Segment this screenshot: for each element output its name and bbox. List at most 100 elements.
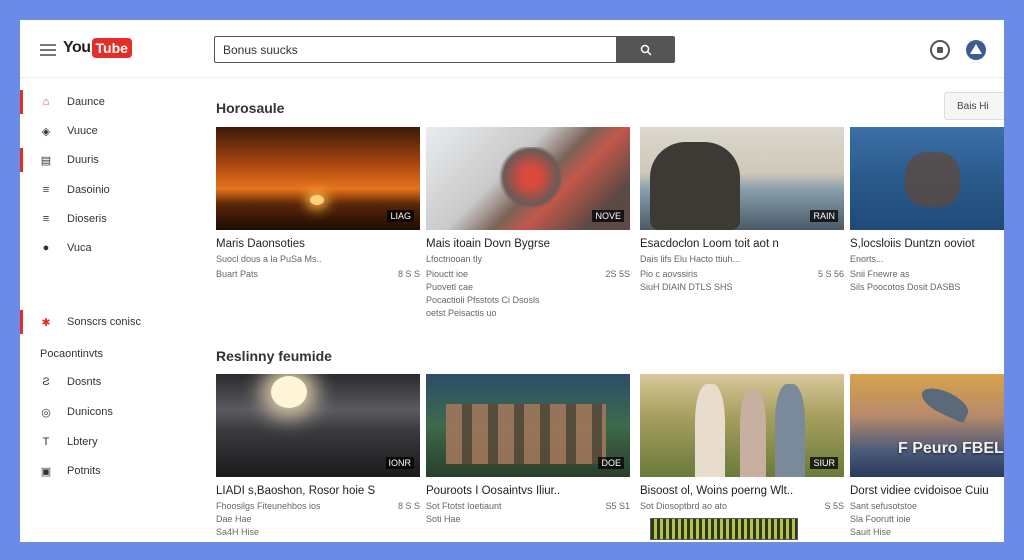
video-meta: Sant sefusotstoe — [850, 500, 1004, 513]
duration-badge: DOE — [598, 457, 624, 469]
video-thumbnail[interactable]: IONR — [216, 374, 420, 477]
channel-name[interactable]: Lfoctnooan tly — [426, 253, 482, 266]
video-card[interactable]: RAIN Esacdoclon Loom toit aot n Dais lif… — [640, 127, 844, 294]
video-card[interactable]: LIAG Maris Daonsoties Suocl dous a la Pu… — [216, 127, 420, 281]
active-indicator — [20, 148, 23, 172]
sidebar-item-home[interactable]: ⌂ Daunce — [20, 90, 190, 114]
video-title[interactable]: Esacdoclon Loom toit aot n — [640, 237, 844, 251]
library-icon: ≡ — [42, 184, 50, 196]
sidebar-item-label: Dasoinio — [67, 184, 110, 196]
sidebar: ⌂ Daunce ◈ Vuuce ▤ Duuris ≡ Dasoinio ≡ D… — [20, 78, 200, 542]
history-icon: ≡ — [42, 213, 50, 225]
video-meta: Piouctt ioe 2S 5S — [426, 268, 630, 281]
video-age: 5 S 56 — [817, 269, 844, 279]
gaming-icon: ◎ — [41, 406, 51, 419]
channel-name[interactable]: Sot Ftotst Ioetiaunt — [426, 500, 502, 513]
sort-button[interactable]: Bais Hi — [944, 92, 1004, 120]
sidebar-item-label: Dosnts — [67, 376, 102, 388]
view-count: Buart Pats — [216, 269, 259, 279]
video-card[interactable]: SIUR Bisoost ol, Woins poerng Wlt.. Sot … — [640, 374, 844, 513]
video-age: 8 S S — [397, 501, 420, 511]
sidebar-item-starred[interactable]: ✱ Sonscrs conisc — [20, 310, 190, 334]
sidebar-item-label: Dunicons — [67, 406, 113, 418]
sidebar-item-news[interactable]: T Lbtery — [20, 430, 190, 454]
sidebar-section-heading: Pocaontinvts — [40, 348, 103, 360]
video-thumbnail[interactable]: NOVE — [426, 127, 630, 230]
video-thumbnail[interactable]: F Peuro FBEL — [850, 374, 1004, 477]
sidebar-item-label: Sonscrs conisc — [67, 316, 141, 328]
active-indicator — [20, 310, 23, 334]
video-thumbnail[interactable]: RAIN — [640, 127, 844, 230]
sidebar-item-subscriptions[interactable]: ▤ Duuris — [20, 148, 190, 172]
video-title[interactable]: Dorst vidiee cvidoisoe Cuiu — [850, 484, 1004, 498]
active-indicator — [20, 90, 23, 114]
sidebar-item-library[interactable]: ≡ Dasoinio — [20, 178, 190, 202]
video-thumbnail[interactable]: SIUR — [640, 374, 844, 477]
video-card[interactable]: IONR LIADI s,Baoshon, Rosor hoie S Fhoos… — [216, 374, 420, 539]
video-title[interactable]: LIADI s,Baoshon, Rosor hoie S — [216, 484, 420, 498]
home-icon: ⌂ — [42, 96, 50, 108]
video-thumbnail[interactable]: LIAG — [216, 127, 420, 230]
video-thumbnail[interactable]: DOE — [426, 374, 630, 477]
sports-icon: ▣ — [40, 465, 52, 478]
video-meta: Dais lifs Elu Hacto ttiuh... — [640, 253, 844, 266]
news-icon: T — [42, 436, 50, 448]
view-count: Dae Hae — [216, 514, 252, 524]
channel-name[interactable]: Sant sefusotstoe — [850, 500, 917, 513]
upload-icon[interactable] — [930, 40, 950, 60]
trending-icon: ◈ — [41, 125, 51, 138]
subscriptions-icon: ▤ — [40, 154, 52, 167]
ad-banner[interactable] — [650, 518, 798, 540]
sidebar-item-trending[interactable]: ◈ Vuuce — [20, 119, 190, 143]
duration-badge: IONR — [385, 457, 414, 469]
section-title: Reslinny feumide — [216, 348, 332, 364]
sidebar-item-label: Vuca — [67, 242, 92, 254]
video-title[interactable]: Maris Daonsoties — [216, 237, 420, 251]
sidebar-item-sports[interactable]: ▣ Potnits — [20, 459, 190, 483]
app-window: You Tube ⌂ Daunce ◈ Vuuce ▤ Duuris ≡ Das… — [20, 20, 1004, 542]
video-title[interactable]: Pouroots I Oosaintvs Iliur.. — [426, 484, 630, 498]
video-age: S 5S — [824, 501, 844, 511]
hamburger-menu-icon[interactable] — [40, 44, 56, 56]
sidebar-item-history[interactable]: ≡ Dioseris — [20, 207, 190, 231]
video-card[interactable]: F Peuro FBEL Dorst vidiee cvidoisoe Cuiu… — [850, 374, 1004, 539]
video-card[interactable]: DOE Pouroots I Oosaintvs Iliur.. Sot Fto… — [426, 374, 630, 526]
music-icon: Ƨ — [42, 376, 50, 388]
video-meta: Snii Fnewre as — [850, 268, 1004, 281]
video-title[interactable]: Mais itoain Dovn Bygrse — [426, 237, 630, 251]
sidebar-item-music[interactable]: Ƨ Dosnts — [20, 370, 190, 394]
view-count: Sla Foorutt ioie — [850, 514, 911, 524]
channel-name[interactable]: Sot Diosoptbrd ao ato — [640, 500, 727, 513]
video-meta: Enorts... — [850, 253, 1004, 266]
video-card[interactable]: S,locsloiis Duntzn ooviot Enorts... Snii… — [850, 127, 1004, 294]
video-extra: Sauit Hise — [850, 527, 892, 537]
youtube-logo[interactable]: You Tube — [63, 38, 132, 58]
video-extra: Puovetl cae — [426, 282, 474, 292]
video-card[interactable]: NOVE Mais itoain Dovn Bygrse Lfoctnooan … — [426, 127, 630, 320]
duration-badge: LIAG — [387, 210, 414, 222]
sidebar-item-label: Vuuce — [67, 125, 98, 137]
channel-name[interactable]: Fhoosilgs Fiteunehbos ios — [216, 500, 321, 513]
view-count: Soti Hae — [426, 514, 461, 524]
video-age: S5 S1 — [605, 501, 630, 511]
logo-box: Tube — [91, 38, 132, 58]
video-thumbnail[interactable] — [850, 127, 1004, 230]
search-input[interactable] — [214, 36, 617, 63]
channel-name[interactable]: Dais lifs Elu Hacto ttiuh... — [640, 253, 740, 266]
video-extra: Sa4H Hise — [216, 527, 260, 537]
video-title[interactable]: Bisoost ol, Woins poerng Wlt.. — [640, 484, 844, 498]
video-title[interactable]: S,locsloiis Duntzn ooviot — [850, 237, 1004, 251]
video-meta: Sot Diosoptbrd ao ato S 5S — [640, 500, 844, 513]
globe-icon: ● — [42, 242, 50, 254]
search-icon — [640, 44, 652, 56]
video-age: 2S 5S — [605, 269, 630, 279]
video-meta: Suocl dous a la PuSa Ms.. — [216, 253, 420, 266]
channel-name[interactable]: Suocl dous a la PuSa Ms.. — [216, 253, 322, 266]
avatar[interactable] — [966, 40, 986, 60]
video-extra: Sils Poocotos Dosit DASBS — [850, 282, 961, 292]
view-count: Snii Fnewre as — [850, 269, 910, 279]
channel-name[interactable]: Enorts... — [850, 253, 884, 266]
search-button[interactable] — [617, 36, 675, 63]
sidebar-item-globe[interactable]: ● Vuca — [20, 236, 190, 260]
sidebar-item-gaming[interactable]: ◎ Dunicons — [20, 400, 190, 424]
